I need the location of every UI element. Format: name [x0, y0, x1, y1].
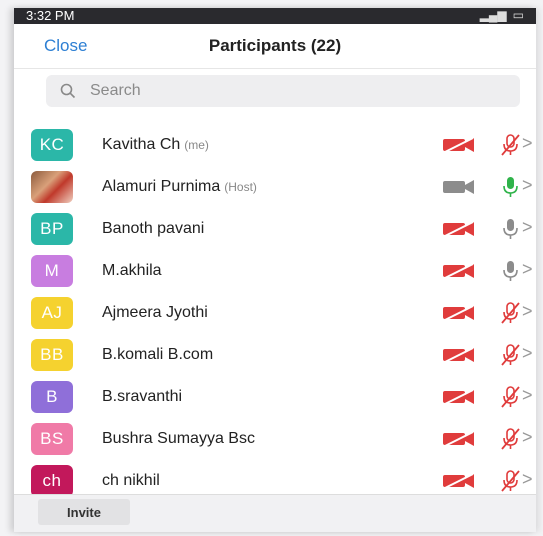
chevron-right-icon[interactable]: > [522, 385, 533, 406]
video-off-icon [442, 305, 476, 326]
participant-name-text: B.sravanthi [102, 388, 183, 405]
mic-icon [500, 175, 520, 204]
mic-muted-icon [500, 301, 520, 330]
page-title: Participants (22) [208, 36, 342, 55]
chevron-right-icon[interactable]: > [522, 133, 533, 154]
avatar [31, 171, 73, 203]
video-off-icon [442, 221, 476, 242]
participant-name-text: Alamuri Purnima [102, 178, 221, 195]
participants-screen: 3:32 PM ▂▄▆ ▭ Close Participants (22) KC… [14, 8, 536, 532]
participant-role-tag: (me) [184, 138, 209, 152]
participant-name: Ajmeera Jyothi [102, 304, 208, 322]
video-off-icon [442, 263, 476, 284]
participant-name: Kavitha Ch (me) [102, 136, 209, 154]
mic-muted-icon [500, 427, 520, 456]
participant-row[interactable]: BB B.komali B.com > [14, 334, 536, 376]
mic-icon [500, 259, 520, 288]
participant-name: ch nikhil [102, 472, 160, 490]
invite-button[interactable]: Invite [38, 499, 130, 525]
participant-name: B.sravanthi [102, 388, 182, 406]
participant-row[interactable]: AJ Ajmeera Jyothi > [14, 292, 536, 334]
header: Close Participants (22) [14, 24, 536, 69]
bottom-toolbar: Invite [14, 494, 536, 532]
avatar: KC [31, 129, 73, 161]
chevron-right-icon[interactable]: > [522, 427, 533, 448]
participant-row[interactable]: KC Kavitha Ch (me) > [14, 124, 536, 166]
participant-name-text: Kavitha Ch [102, 136, 181, 153]
mic-muted-icon [500, 133, 520, 162]
participant-name-text: Bushra Sumayya Bsc [102, 430, 255, 447]
participant-role-tag: (Host) [224, 180, 257, 194]
video-off-icon [442, 473, 476, 494]
participant-name: Banoth pavani [102, 220, 204, 238]
chevron-right-icon[interactable]: > [522, 217, 533, 238]
video-off-icon [442, 347, 476, 368]
search-icon [60, 83, 76, 99]
participant-name: Alamuri Purnima (Host) [102, 178, 257, 196]
participant-row[interactable]: B B.sravanthi > [14, 376, 536, 418]
mic-icon [500, 217, 520, 246]
avatar: BP [31, 213, 73, 245]
participant-name-text: Ajmeera Jyothi [102, 304, 208, 321]
signal-icon: ▂▄▆ [479, 8, 507, 22]
search-container [14, 69, 536, 113]
participant-row[interactable]: Alamuri Purnima (Host) > [14, 166, 536, 208]
mic-muted-icon [500, 385, 520, 414]
mic-muted-icon [500, 343, 520, 372]
participant-name-text: M.akhila [102, 262, 162, 279]
participant-name: B.komali B.com [102, 346, 213, 364]
participant-row[interactable]: BS Bushra Sumayya Bsc > [14, 418, 536, 460]
avatar: ch [31, 465, 73, 497]
battery-icon: ▭ [512, 8, 524, 22]
participant-name-text: Banoth pavani [102, 220, 205, 237]
participant-name-text: ch nikhil [102, 472, 160, 489]
chevron-right-icon[interactable]: > [522, 259, 533, 280]
avatar: AJ [31, 297, 73, 329]
video-off-icon [442, 431, 476, 452]
status-icons: ▂▄▆ ▭ [480, 8, 524, 22]
chevron-right-icon[interactable]: > [522, 175, 533, 196]
avatar: BS [31, 423, 73, 455]
participant-name: Bushra Sumayya Bsc [102, 430, 255, 448]
chevron-right-icon[interactable]: > [522, 301, 533, 322]
video-off-icon [442, 137, 476, 158]
status-bar: 3:32 PM ▂▄▆ ▭ [14, 8, 536, 24]
avatar: M [31, 255, 73, 287]
participant-list: KC Kavitha Ch (me) > Alamuri Purnima (Host) > B… [14, 124, 536, 502]
participant-row[interactable]: M M.akhila > [14, 250, 536, 292]
participant-name: M.akhila [102, 262, 162, 280]
status-time: 3:32 PM [26, 8, 75, 23]
participant-row[interactable]: BP Banoth pavani > [14, 208, 536, 250]
participant-name-text: B.komali B.com [102, 346, 214, 363]
search-input[interactable] [88, 81, 472, 101]
video-on-icon [442, 179, 476, 200]
chevron-right-icon[interactable]: > [522, 343, 533, 364]
avatar: BB [31, 339, 73, 371]
video-off-icon [442, 389, 476, 410]
search-box[interactable] [46, 75, 520, 107]
avatar: B [31, 381, 73, 413]
chevron-right-icon[interactable]: > [522, 469, 533, 490]
